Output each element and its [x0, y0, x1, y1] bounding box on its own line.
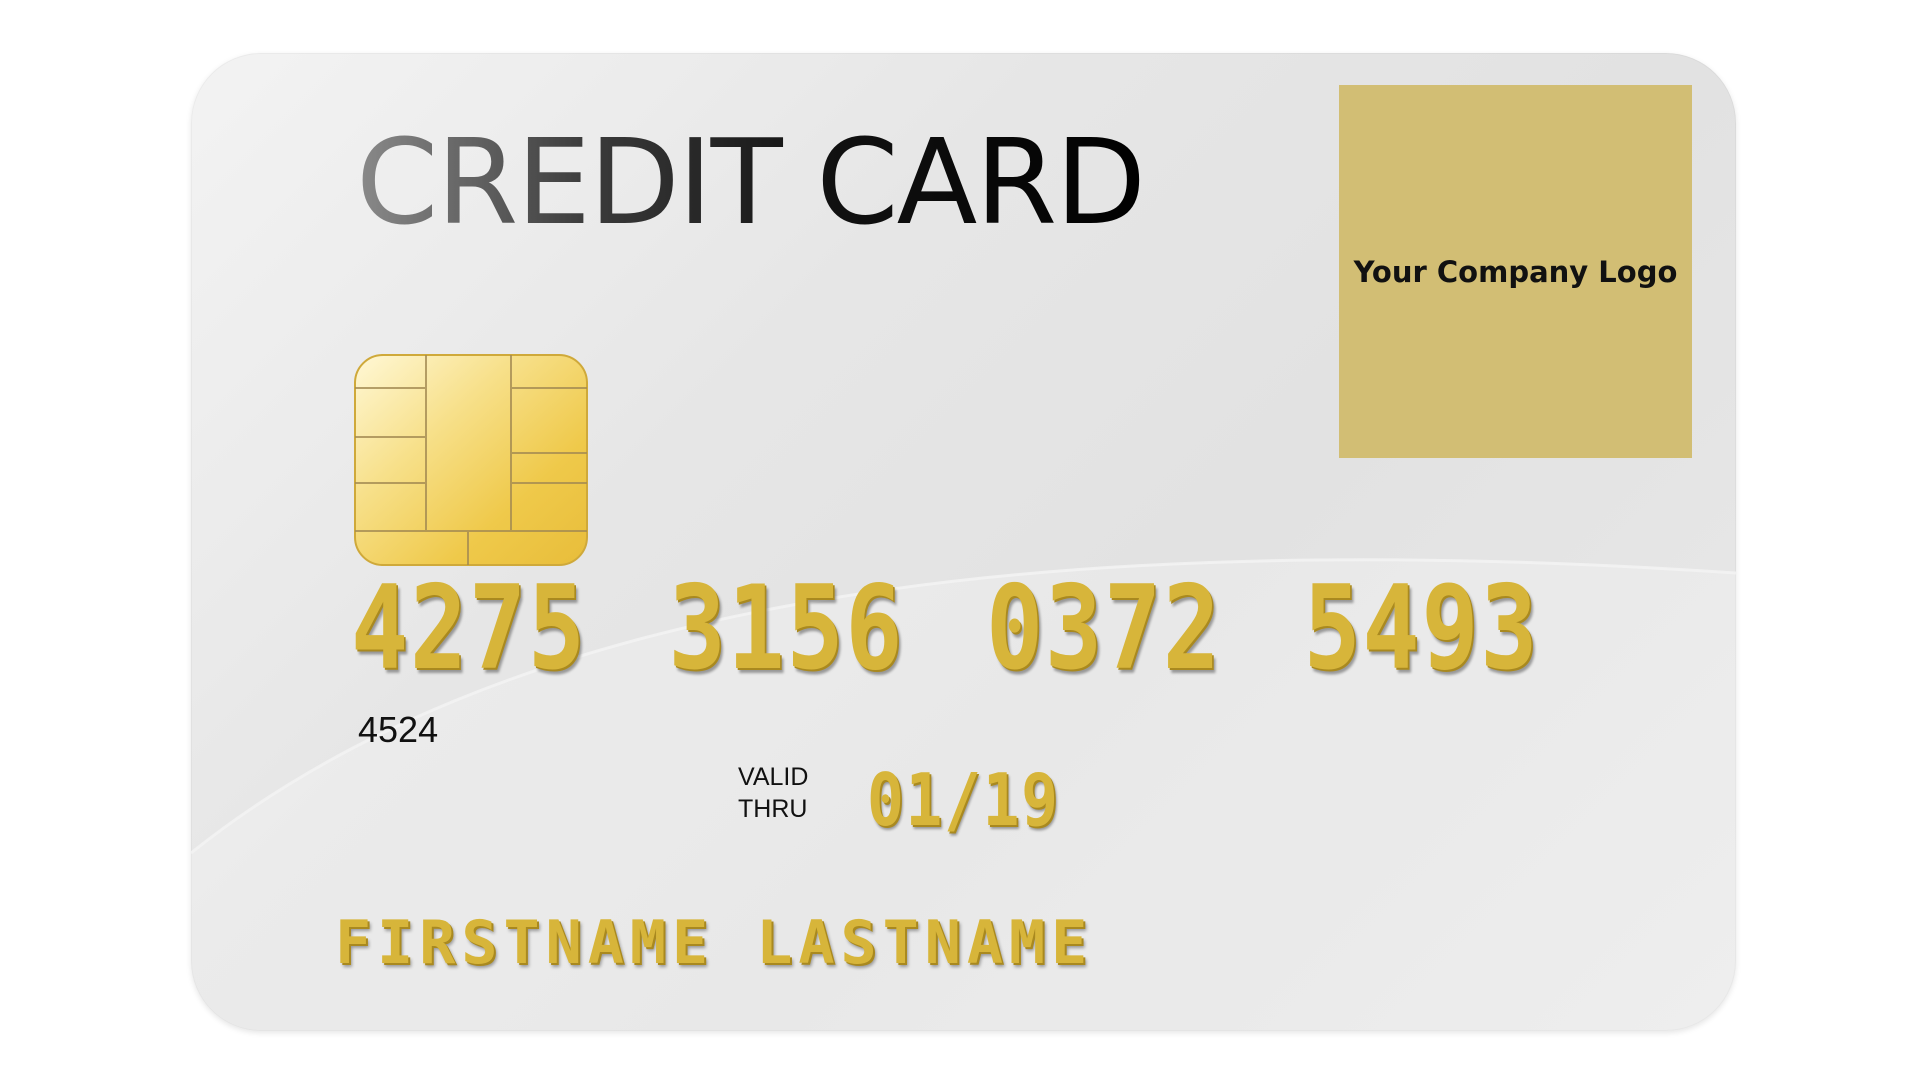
card-number-group: 5493	[1303, 561, 1540, 696]
page: CREDIT CARD Your Company Logo 4275 3156 …	[0, 0, 1920, 1080]
card-title: CREDIT CARD	[356, 113, 1146, 251]
card-number-group: 0372	[986, 561, 1222, 696]
emv-chip-icon	[354, 354, 588, 566]
card-number-group: 3156	[668, 561, 905, 696]
credit-card: CREDIT CARD Your Company Logo 4275 3156 …	[191, 53, 1736, 1031]
company-logo-placeholder: Your Company Logo	[1339, 85, 1692, 458]
valid-label-line2: THRU	[738, 795, 808, 823]
valid-label-line1: VALID	[738, 763, 809, 791]
company-logo-text: Your Company Logo	[1353, 254, 1678, 289]
card-number-group: 4275	[351, 561, 587, 696]
card-small-code: 4524	[358, 709, 439, 750]
valid-thru-label: VALID THRU	[738, 761, 808, 825]
cardholder-name: FIRSTNAME LASTNAME	[335, 908, 1094, 978]
valid-thru-date: 01/19	[867, 758, 1060, 842]
card-number: 4275 3156 0372 5493	[351, 571, 1539, 687]
